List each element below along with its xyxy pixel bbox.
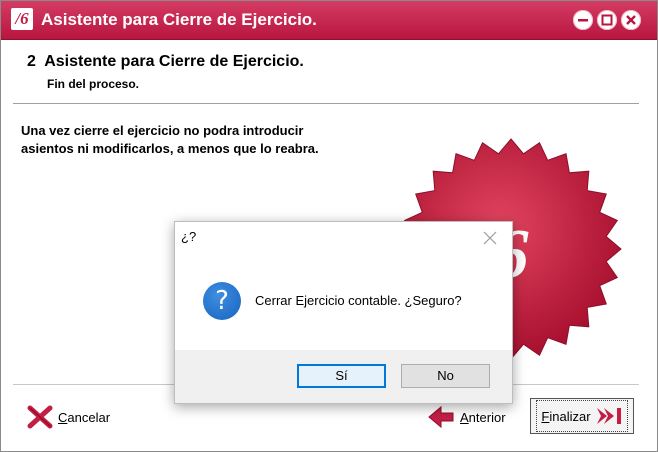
previous-button[interactable]: Anterior — [427, 402, 506, 432]
app-logo-icon: /6 — [11, 8, 33, 30]
finish-focus-rect: Finalizar — [536, 400, 628, 432]
maximize-button[interactable] — [597, 10, 617, 30]
maximize-icon — [601, 14, 613, 26]
finish-label: Finalizar — [541, 408, 591, 424]
wizard-window: /6 Asistente para Cierre de Ejercicio. 2… — [0, 0, 658, 452]
finish-arrow-icon — [596, 408, 621, 424]
minimize-button[interactable] — [573, 10, 593, 30]
header-divider — [13, 103, 639, 105]
step-title: 2 Asistente para Cierre de Ejercicio. — [27, 53, 304, 70]
close-icon — [626, 15, 636, 25]
dialog-close-icon[interactable] — [482, 230, 498, 246]
dialog-message: Cerrar Ejercicio contable. ¿Seguro? — [255, 293, 462, 308]
cancel-x-icon — [27, 405, 53, 429]
info-message-line-1: Una vez cierre el ejercicio no podra int… — [21, 123, 304, 138]
title-bar[interactable]: /6 Asistente para Cierre de Ejercicio. — [1, 1, 657, 40]
window-title: Asistente para Cierre de Ejercicio. — [41, 10, 317, 29]
cancel-label: Cancelar — [58, 409, 111, 425]
cancel-button[interactable]: Cancelar — [27, 402, 110, 432]
dialog-title: ¿? — [181, 229, 197, 244]
minimize-icon — [578, 19, 588, 22]
close-button[interactable] — [621, 10, 641, 30]
info-message: Una vez cierre el ejercicio no podra int… — [21, 122, 381, 158]
back-arrow-icon — [428, 405, 454, 429]
yes-button[interactable]: Sí — [297, 364, 386, 388]
finish-button[interactable]: Finalizar — [530, 398, 634, 434]
app-logo-text: /6 — [15, 9, 29, 28]
no-button[interactable]: No — [401, 364, 490, 388]
confirm-dialog: ¿? ? Cerrar Ejercicio contable. ¿Seguro?… — [174, 221, 513, 404]
step-subtitle: Fin del proceso. — [47, 77, 140, 91]
previous-label: Anterior — [460, 409, 506, 425]
info-message-line-2: asientos ni modificarlos, a menos que lo… — [21, 141, 319, 156]
question-icon: ? — [203, 282, 241, 320]
